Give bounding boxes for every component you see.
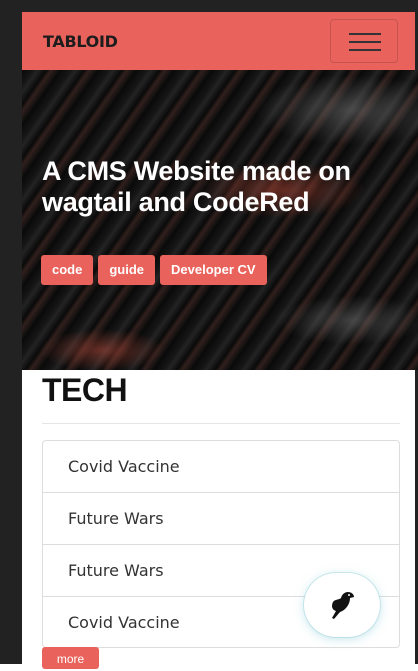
tag-guide[interactable]: guide	[98, 255, 156, 285]
hamburger-menu-icon	[349, 33, 381, 35]
more-button[interactable]: more	[42, 647, 99, 669]
wagtail-userbar-button[interactable]	[304, 573, 380, 637]
navbar: TABLOID	[22, 12, 415, 70]
list-item[interactable]: Future Wars	[43, 493, 399, 545]
list-item[interactable]: Covid Vaccine	[43, 441, 399, 493]
hero-overlay	[22, 70, 418, 370]
tag-developer-cv[interactable]: Developer CV	[160, 255, 267, 285]
menu-toggle-button[interactable]	[330, 19, 398, 63]
tag-code[interactable]: code	[41, 255, 94, 285]
hamburger-menu-icon	[349, 41, 381, 43]
tag-list: code guide Developer CV	[41, 255, 267, 285]
hamburger-menu-icon	[349, 49, 381, 51]
section-title: TECH	[42, 372, 128, 408]
navbar-brand[interactable]: TABLOID	[43, 32, 118, 51]
hero-title: A CMS Website made on wagtail and CodeRe…	[42, 156, 351, 217]
section-divider	[42, 423, 400, 424]
window-left-border	[0, 0, 22, 664]
wagtail-bird-icon	[332, 592, 354, 619]
hero-banner: A CMS Website made on wagtail and CodeRe…	[22, 70, 418, 370]
window-top-border	[0, 0, 418, 12]
